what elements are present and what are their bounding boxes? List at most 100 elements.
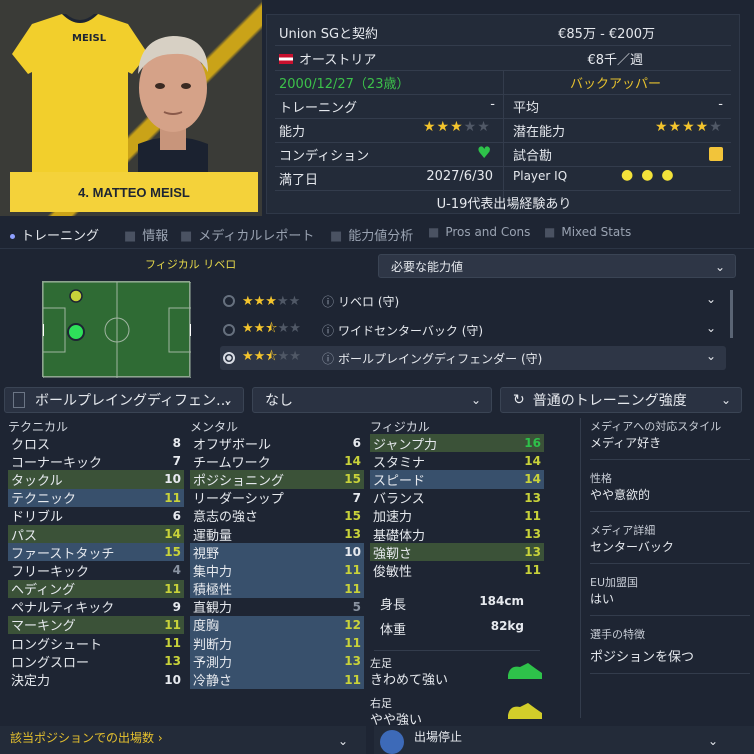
bottom-bar: 該当ポジションでの出場数 › ⌄ 出場停止 ⌄: [0, 726, 754, 754]
attribute-name: 冷静さ: [193, 674, 233, 690]
tab-mixed-stats[interactable]: ■ Mixed Stats: [544, 225, 631, 239]
player-iq-dots: ●●●: [621, 167, 682, 183]
chevron-down-icon[interactable]: ⌄: [338, 734, 348, 748]
attribute-value: 11: [524, 563, 541, 578]
attribute-value: 6: [352, 436, 361, 451]
attribute-value: 5: [352, 599, 361, 614]
technical-attribute-row: マーキング 11: [8, 615, 184, 634]
focus-selector[interactable]: なし ⌄: [252, 387, 492, 413]
role-selector[interactable]: ボールプレイングディフェン… ⌄: [4, 387, 244, 413]
scrollbar[interactable]: [730, 290, 733, 338]
mental-attribute-row: 判断力 11: [190, 634, 364, 653]
player-info-panel: Union SGと契約 €85万 - €200万 オーストリア €8千／週 20…: [266, 14, 740, 214]
refresh-icon: ↻: [513, 392, 525, 408]
potential-stars: ★★★★★: [655, 119, 723, 135]
tab-training[interactable]: トレーニング: [10, 225, 99, 244]
physical-attribute-row: 加速力 11: [370, 507, 544, 526]
chevron-down-icon: ⌄: [705, 349, 716, 363]
attribute-value: 11: [344, 672, 361, 687]
position-pitch: [40, 281, 194, 379]
physical-attribute-row: 基礎体力 13: [370, 525, 544, 544]
mental-attribute-row: 積極性 11: [190, 579, 364, 599]
player-nameplate: 4. MATTEO MEISL: [10, 172, 258, 212]
tab-pros-cons[interactable]: ■ Pros and Cons: [428, 225, 530, 239]
player-photo: MEISL 4. MATTEO MEISL: [0, 0, 262, 216]
ability-stars: ★★★★★: [423, 119, 491, 135]
attribute-name: スピード: [373, 473, 426, 489]
role-item-bpd[interactable]: ★★⯪★★ ⓘ ボールプレイングディフェンダー (守) ⌄: [220, 346, 726, 370]
nation-text: オーストリア: [299, 53, 377, 68]
info-icon: ⓘ: [322, 323, 335, 338]
attribute-name: 積極性: [193, 583, 233, 599]
detail-value: メディア好き: [590, 436, 662, 450]
mental-attribute-row: 運動量 13: [190, 525, 364, 544]
tab-medical[interactable]: ■ メディカルレポート: [180, 225, 314, 244]
mental-attribute-row: 予測力 13: [190, 652, 364, 671]
attribute-name: チームワーク: [193, 455, 271, 471]
tab-attribute-analysis[interactable]: ■ 能力値分析: [330, 225, 413, 244]
attribute-name: ファーストタッチ: [11, 546, 115, 562]
attribute-name: スタミナ: [373, 455, 426, 471]
detail-label: メディアへの対応スタイル: [590, 420, 722, 433]
squad-status: バックアッパー: [569, 77, 661, 92]
attribute-name: ヘディング: [11, 583, 76, 599]
international-text: U-19代表出場経験あり: [436, 197, 572, 212]
technical-attribute-row: パス 14: [8, 524, 184, 544]
wage-text: €8千／週: [587, 53, 643, 68]
detail-value: センターバック: [590, 540, 674, 554]
role-item-libero[interactable]: ★★★★★ ⓘ リベロ (守) ⌄: [220, 289, 726, 313]
detail-item: 性格 やや意欲的: [590, 470, 750, 512]
ability-label: 能力: [279, 125, 306, 140]
average-value: -: [718, 97, 723, 112]
attribute-name: パス: [11, 528, 38, 544]
attribute-value: 10: [164, 672, 181, 687]
value-range: €85万 - €200万: [558, 27, 655, 42]
attribute-value: 13: [164, 654, 181, 669]
mental-attribute-row: 直観力 5: [190, 598, 364, 617]
intensity-selector[interactable]: ↻ 普通のトレーニング強度 ⌄: [500, 387, 742, 413]
attribute-name: 加速力: [373, 510, 413, 526]
attribute-value: 11: [164, 581, 181, 596]
info-icon: ⓘ: [322, 294, 335, 309]
match-fitness-icon: [709, 147, 723, 161]
technical-attribute-row: ロングスロー 13: [8, 652, 184, 671]
mental-attribute-row: ポジショニング 15: [190, 470, 364, 489]
attribute-value: 15: [344, 472, 361, 487]
required-attributes-dropdown[interactable]: 必要な能力値 ⌄: [378, 254, 736, 278]
tab-info[interactable]: ■ 情報: [124, 225, 168, 244]
attribute-name: フリーキック: [11, 564, 90, 580]
attribute-value: 6: [172, 508, 181, 523]
mental-attribute-row: 視野 10: [190, 543, 364, 562]
suspension-text: 出場停止: [414, 730, 463, 744]
detail-item: メディアへの対応スタイル メディア好き: [590, 418, 750, 460]
attribute-value: 10: [344, 545, 361, 560]
condition-label: コンディション: [279, 149, 370, 164]
mental-title: メンタル: [190, 420, 239, 434]
boot-icon: [508, 662, 542, 679]
attribute-value: 9: [172, 599, 181, 614]
physical-attribute-row: スピード 14: [370, 470, 544, 489]
attribute-value: 8: [172, 436, 181, 451]
appearances-link[interactable]: 該当ポジションでの出場数 ›: [10, 729, 163, 746]
attribute-name: オフザボール: [193, 437, 272, 453]
technical-attribute-row: ドリブル 6: [8, 507, 184, 526]
role-item-wide-cb[interactable]: ★★⯪★★ ⓘ ワイドセンターバック (守) ⌄: [220, 318, 726, 342]
attribute-name: テクニック: [11, 492, 77, 508]
attribute-name: 基礎体力: [373, 528, 426, 544]
physical-attribute-row: スタミナ 14: [370, 452, 544, 471]
attribute-value: 13: [524, 545, 541, 560]
attribute-value: 4: [172, 563, 181, 578]
attribute-value: 15: [164, 545, 181, 560]
chevron-down-icon[interactable]: ⌄: [708, 734, 718, 748]
chevron-down-icon: ⌄: [705, 321, 716, 335]
technical-attribute-row: タックル 10: [8, 470, 184, 489]
attribute-value: 11: [164, 617, 181, 632]
attribute-value: 12: [344, 617, 361, 632]
player-face: [138, 36, 208, 176]
mental-attribute-row: 意志の強さ 15: [190, 507, 364, 526]
attribute-name: ジャンプ力: [373, 437, 437, 453]
attribute-value: 13: [524, 490, 541, 505]
physical-attribute-row: ジャンプ力 16: [370, 434, 544, 453]
attribute-name: 予測力: [193, 655, 233, 671]
attribute-name: クロス: [11, 437, 51, 453]
